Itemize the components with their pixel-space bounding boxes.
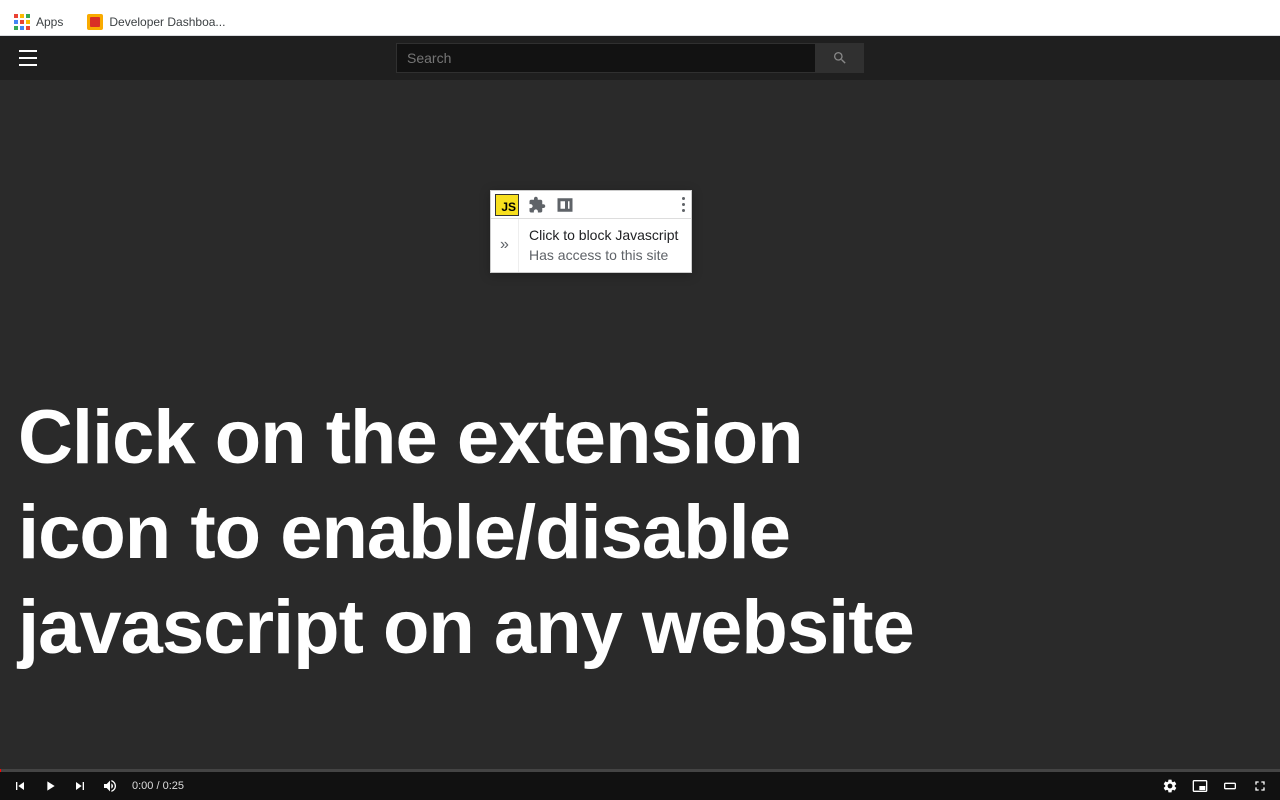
bookmark-item-developer-dashboard[interactable]: Developer Dashboa... <box>81 10 231 34</box>
search-input[interactable] <box>396 43 816 73</box>
chevron-right-icon: » <box>491 219 519 272</box>
extension-more-menu-icon[interactable] <box>682 197 685 212</box>
apps-shortcut[interactable]: Apps <box>8 10 69 34</box>
player-time-display: 0:00 / 0:25 <box>132 780 184 792</box>
next-track-icon[interactable] <box>72 778 88 794</box>
fullscreen-icon[interactable] <box>1252 778 1268 794</box>
current-time: 0:00 <box>132 780 153 792</box>
volume-icon[interactable] <box>102 778 118 794</box>
duration: 0:25 <box>163 780 184 792</box>
search-icon <box>832 50 848 66</box>
extension-tooltip-line1: Click to block Javascript <box>529 225 678 245</box>
theater-mode-icon[interactable] <box>1222 778 1238 794</box>
player-left-controls: 0:00 / 0:25 <box>12 778 184 794</box>
settings-gear-icon[interactable] <box>1162 778 1178 794</box>
sidepanel-icon[interactable] <box>551 191 579 219</box>
search-wrapper <box>396 43 864 73</box>
player-right-controls <box>1162 778 1268 794</box>
bookmark-favicon-icon <box>87 14 103 30</box>
bookmark-label: Developer Dashboa... <box>109 15 225 29</box>
apps-label: Apps <box>36 15 63 29</box>
video-player-controls: 0:00 / 0:25 <box>0 772 1280 800</box>
youtube-header <box>0 36 1280 80</box>
browser-chrome-top <box>0 0 1280 8</box>
previous-track-icon[interactable] <box>12 778 28 794</box>
time-separator: / <box>153 780 162 792</box>
extension-tooltip-body: » Click to block Javascript Has access t… <box>491 219 691 272</box>
extension-toolbar-row: JS <box>491 191 691 219</box>
menu-hamburger-icon[interactable] <box>16 46 40 70</box>
apps-grid-icon <box>14 14 30 30</box>
search-button[interactable] <box>816 43 864 73</box>
instruction-overlay-text: Click on the extension icon to enable/di… <box>18 390 914 675</box>
bookmark-bar: Apps Developer Dashboa... <box>0 8 1280 36</box>
video-canvas-area: JS » Click to block Javascript Has acces… <box>0 80 1280 772</box>
extension-tooltip-line2: Has access to this site <box>529 245 678 265</box>
javascript-extension-icon[interactable]: JS <box>495 194 519 216</box>
extension-tooltip-popup: JS » Click to block Javascript Has acces… <box>490 190 692 273</box>
extensions-puzzle-icon[interactable] <box>523 191 551 219</box>
extension-tooltip-text: Click to block Javascript Has access to … <box>519 219 688 272</box>
play-icon[interactable] <box>42 778 58 794</box>
miniplayer-icon[interactable] <box>1192 778 1208 794</box>
